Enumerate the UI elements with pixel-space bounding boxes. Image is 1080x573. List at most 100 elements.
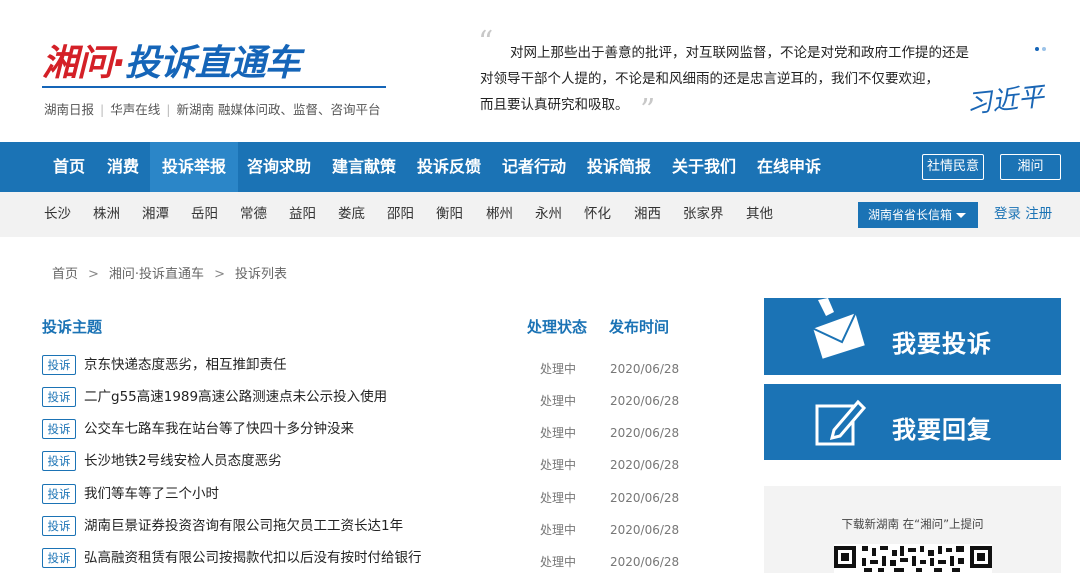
xiangwen-button[interactable]: 湘问 — [1000, 154, 1061, 180]
region-loudi[interactable]: 娄底 — [338, 192, 365, 237]
header-quote: 对网上那些出于善意的批评，对互联网监督，不论是对党和政府工作提的还是 对领导干部… — [480, 40, 1010, 118]
reply-card[interactable]: 我要回复 — [764, 384, 1061, 460]
region-changsha[interactable]: 长沙 — [44, 192, 71, 237]
complaint-status: 处理中 — [540, 426, 577, 440]
quote-line-1: 对网上那些出于善意的批评，对互联网监督，不论是对党和政府工作提的还是 — [510, 45, 969, 61]
tagline-part-3: 新湖南 融媒体问政、监督、咨询平台 — [176, 102, 381, 117]
app-download-promo: 下载新湖南 在“湘问”上提问 — [764, 486, 1061, 573]
quote-close-icon: ” — [640, 93, 656, 128]
complaint-status: 处理中 — [540, 555, 577, 569]
nav-item-consult[interactable]: 咨询求助 — [247, 142, 311, 192]
governor-mailbox-label: 湖南省省长信箱 — [868, 208, 953, 222]
complaint-title[interactable]: 二广g55高速1989高速公路测速点未公示投入使用 — [84, 385, 387, 409]
reply-label: 我要回复 — [892, 416, 992, 444]
login-link[interactable]: 登录 — [994, 206, 1021, 222]
logo-dot: · — [112, 43, 126, 84]
nav-item-consume[interactable]: 消费 — [107, 142, 139, 192]
list-item[interactable]: 投诉 京东快递态度恶劣，相互推卸责任 处理中 2020/06/28 — [42, 353, 682, 385]
region-shaoyang[interactable]: 邵阳 — [387, 192, 414, 237]
region-zhangjiajie[interactable]: 张家界 — [683, 192, 724, 237]
chevron-down-icon — [956, 213, 966, 218]
dots-icon — [1035, 36, 1049, 55]
region-yiyang[interactable]: 益阳 — [289, 192, 316, 237]
region-chenzhou[interactable]: 郴州 — [486, 192, 513, 237]
list-item[interactable]: 投诉 公交车七路车我在站台等了快四十多分钟没来 处理中 2020/06/28 — [42, 417, 682, 449]
nav-item-brief[interactable]: 投诉简报 — [587, 142, 651, 192]
region-xiangxi[interactable]: 湘西 — [634, 192, 661, 237]
complaint-date: 2020/06/28 — [610, 362, 680, 376]
region-yueyang[interactable]: 岳阳 — [191, 192, 218, 237]
breadcrumb: 首页 > 湘问·投诉直通车 > 投诉列表 — [52, 267, 287, 282]
complaint-tag: 投诉 — [42, 516, 76, 536]
complaint-title[interactable]: 长沙地铁2号线安检人员态度恶劣 — [84, 449, 282, 473]
submit-complaint-card[interactable]: 我要投诉 — [764, 298, 1061, 375]
complaint-status: 处理中 — [540, 523, 577, 537]
complaint-title[interactable]: 湖南巨景证券投资咨询有限公司拖欠员工工资长达1年 — [84, 514, 403, 538]
nav-item-reporter-action[interactable]: 记者行动 — [502, 142, 566, 192]
auth-links: 登录 注册 — [994, 192, 1052, 237]
nav-item-feedback[interactable]: 投诉反馈 — [417, 142, 481, 192]
region-other[interactable]: 其他 — [746, 192, 773, 237]
site-header: 湘问·投诉直通车 湖南日报 | 华声在线 | 新湖南 融媒体问政、监督、咨询平台 “ 对… — [0, 0, 1080, 142]
site-logo[interactable]: 湘问·投诉直通车 — [42, 34, 301, 86]
public-opinion-button[interactable]: 社情民意 — [922, 154, 984, 180]
region-nav: 长沙 株洲 湘潭 岳阳 常德 益阳 娄底 邵阳 衡阳 郴州 永州 怀化 湘西 张… — [0, 192, 1080, 237]
complaint-date: 2020/06/28 — [610, 394, 680, 408]
complaint-date: 2020/06/28 — [610, 523, 680, 537]
main-nav: 首页 消费 投诉举报 咨询求助 建言献策 投诉反馈 记者行动 投诉简报 关于我们… — [0, 142, 1080, 192]
quote-line-3: 而且要认真研究和吸取。 — [480, 97, 629, 113]
column-header-subject: 投诉主题 — [42, 318, 103, 336]
tagline-part-1: 湖南日报 — [44, 102, 95, 117]
region-huaihua[interactable]: 怀化 — [584, 192, 611, 237]
nav-item-home[interactable]: 首页 — [53, 142, 85, 192]
logo-text-red: 湘问 — [42, 43, 113, 84]
list-item[interactable]: 投诉 长沙地铁2号线安检人员态度恶劣 处理中 2020/06/28 — [42, 449, 682, 481]
list-item[interactable]: 投诉 弘高融资租赁有限公司按揭款代扣以后没有按时付给银行 处理中 2020/06… — [42, 546, 682, 573]
edit-icon — [815, 399, 866, 446]
logo-text-blue: 投诉直通车 — [124, 43, 301, 84]
complaint-date: 2020/06/28 — [610, 426, 680, 440]
app-download-text: 下载新湖南 在“湘问”上提问 — [841, 517, 984, 531]
complaint-date: 2020/06/28 — [610, 458, 680, 472]
region-yongzhou[interactable]: 永州 — [535, 192, 562, 237]
complaint-tag: 投诉 — [42, 484, 76, 504]
list-item[interactable]: 投诉 湖南巨景证券投资咨询有限公司拖欠员工工资长达1年 处理中 2020/06/… — [42, 514, 682, 546]
nav-item-about[interactable]: 关于我们 — [672, 142, 736, 192]
complaint-tag: 投诉 — [42, 548, 76, 568]
region-zhuzhou[interactable]: 株洲 — [93, 192, 120, 237]
region-hengyang[interactable]: 衡阳 — [436, 192, 463, 237]
complaint-status: 处理中 — [540, 491, 577, 505]
breadcrumb-current: 投诉列表 — [234, 267, 287, 282]
list-item[interactable]: 投诉 二广g55高速1989高速公路测速点未公示投入使用 处理中 2020/06… — [42, 385, 682, 417]
complaint-tag: 投诉 — [42, 387, 76, 407]
breadcrumb-home[interactable]: 首页 — [52, 267, 78, 282]
logo-underline — [42, 86, 386, 88]
complaint-title[interactable]: 我们等车等了三个小时 — [84, 482, 219, 506]
complaint-title[interactable]: 京东快递态度恶劣，相互推卸责任 — [84, 353, 287, 377]
envelope-icon — [810, 298, 868, 360]
column-header-status: 处理状态 — [527, 318, 588, 336]
complaint-date: 2020/06/28 — [610, 491, 680, 505]
complaint-tag: 投诉 — [42, 419, 76, 439]
breadcrumb-section[interactable]: 湘问·投诉直通车 — [109, 267, 204, 282]
nav-item-complaint-report[interactable]: 投诉举报 — [150, 142, 239, 192]
quote-line-2: 对领导干部个人提的，不论是和风细雨的还是忠言逆耳的，我们不仅要欢迎， — [480, 71, 939, 87]
signature: 习近平 — [964, 81, 1046, 120]
complaint-date: 2020/06/28 — [610, 555, 680, 569]
nav-item-appeal[interactable]: 在线申诉 — [757, 142, 821, 192]
complaint-status: 处理中 — [540, 362, 577, 376]
complaint-status: 处理中 — [540, 394, 577, 408]
register-link[interactable]: 注册 — [1025, 206, 1052, 222]
region-xiangtan[interactable]: 湘潭 — [142, 192, 169, 237]
complaint-tag: 投诉 — [42, 451, 76, 471]
submit-complaint-label: 我要投诉 — [892, 330, 992, 358]
list-item[interactable]: 投诉 我们等车等了三个小时 处理中 2020/06/28 — [42, 482, 682, 514]
complaint-title[interactable]: 弘高融资租赁有限公司按揭款代扣以后没有按时付给银行 — [84, 546, 422, 570]
tagline-part-2: 华声在线 — [110, 102, 161, 117]
governor-mailbox-dropdown[interactable]: 湖南省省长信箱 — [858, 202, 978, 228]
nav-item-suggest[interactable]: 建言献策 — [332, 142, 396, 192]
complaint-title[interactable]: 公交车七路车我在站台等了快四十多分钟没来 — [84, 417, 354, 441]
region-changde[interactable]: 常德 — [240, 192, 267, 237]
complaint-status: 处理中 — [540, 458, 577, 472]
tagline: 湖南日报 | 华声在线 | 新湖南 融媒体问政、监督、咨询平台 — [44, 102, 381, 117]
